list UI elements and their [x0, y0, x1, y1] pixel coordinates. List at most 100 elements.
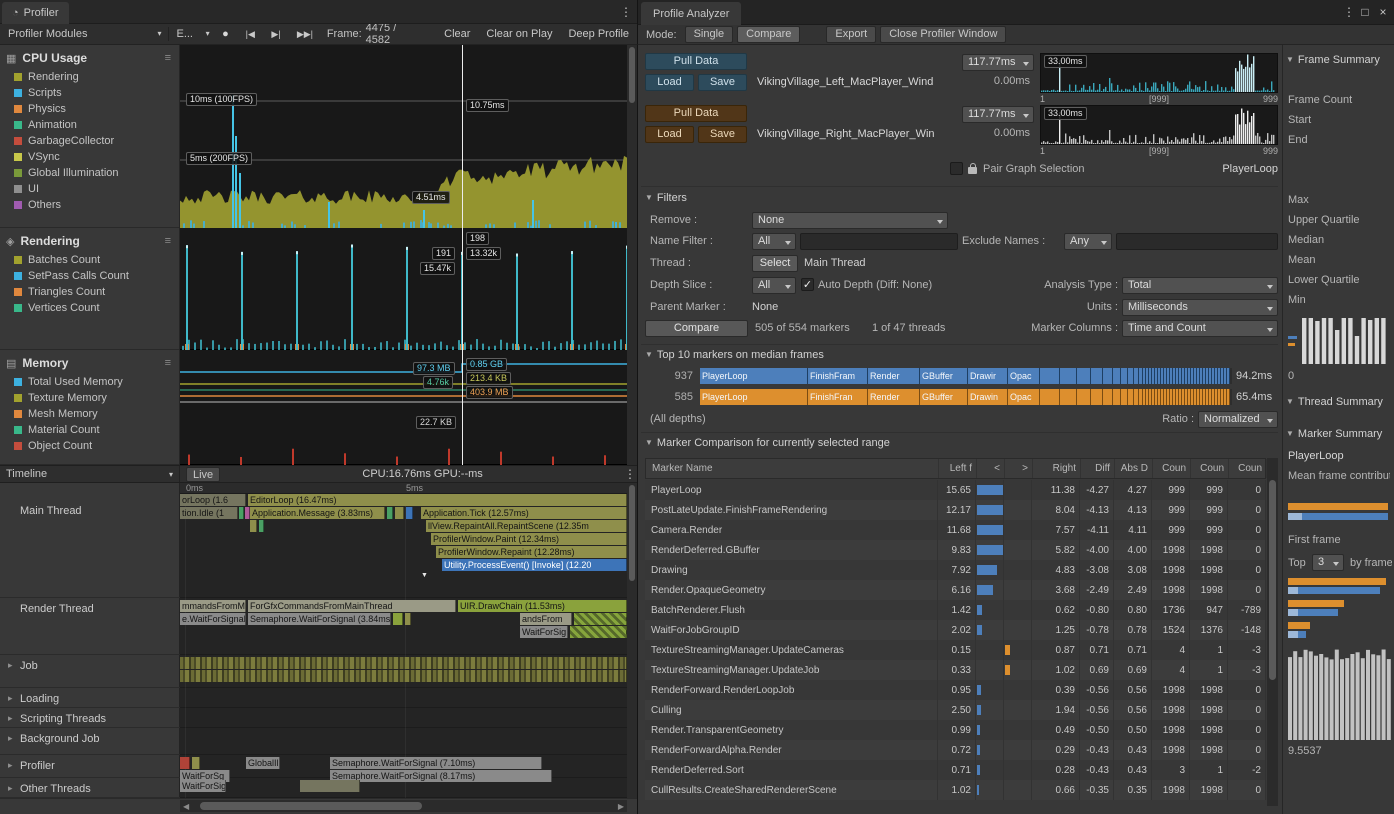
ratio-dropdown[interactable]: Normalized — [1198, 411, 1278, 428]
legend-item-ui[interactable]: UI — [0, 181, 179, 197]
frame-summary-foldout[interactable]: ▼Frame Summary — [1286, 54, 1392, 66]
marker-row-waitforjobgroupid[interactable]: WaitForJobGroupID2.021.25-0.780.78152413… — [645, 620, 1266, 640]
timeline-sample[interactable] — [180, 657, 627, 669]
track-label-other-threads[interactable]: ▸Other Threads — [0, 778, 180, 798]
timeline-sample-mmandsfrommai[interactable]: mmandsFromMai — [180, 600, 246, 612]
profiler-window-menu-icon[interactable]: ⋮ — [619, 5, 633, 19]
timeline-sample-orloop-1-6[interactable]: orLoop (1.6 — [180, 494, 246, 506]
frame-summary-histogram[interactable] — [1288, 316, 1390, 366]
pair-graph-checkbox[interactable] — [950, 162, 963, 175]
timeline-canvas[interactable]: 0ms5msorLoop (1.6EditorLoop (16.47ms)tio… — [180, 483, 627, 798]
top10-segment[interactable] — [1113, 368, 1121, 384]
marker-columns-dropdown[interactable]: Time and Count — [1122, 320, 1278, 337]
top10-segment-playerloop[interactable]: PlayerLoop — [700, 368, 808, 384]
marker-row-render-transparentgeometry[interactable]: Render.TransparentGeometry0.990.49-0.500… — [645, 720, 1266, 740]
export-button[interactable]: Export — [826, 26, 876, 43]
timeline-menu-icon[interactable]: ⋮ — [623, 467, 637, 481]
top10-segment-drawir[interactable]: Drawir — [968, 368, 1008, 384]
legend-item-vsync[interactable]: VSync — [0, 149, 179, 165]
track-label-render-thread[interactable]: Render Thread — [0, 598, 180, 655]
mode-compare-button[interactable]: Compare — [737, 26, 800, 43]
marker-summary-histogram[interactable] — [1288, 648, 1392, 742]
timeline-sample-application-tick-12-57ms-[interactable]: Application.Tick (12.57ms) — [421, 507, 627, 519]
timeline-sample-waitforsig[interactable]: WaitForSig — [520, 626, 568, 638]
timeline-vscrollbar-thumb[interactable] — [629, 485, 635, 581]
clear-on-play-button[interactable]: Clear on Play — [478, 25, 560, 44]
legend-item-garbagecollector[interactable]: GarbageCollector — [0, 133, 179, 149]
top10-segment[interactable] — [1091, 389, 1103, 405]
column-header--[interactable]: > — [1005, 459, 1033, 478]
timeline-sample[interactable] — [180, 670, 627, 682]
track-label-job[interactable]: ▸Job — [0, 655, 180, 688]
top10-segment-opac[interactable]: Opac — [1008, 368, 1040, 384]
profiler-tab[interactable]: ◔ Profiler — [2, 2, 69, 24]
timeline-sample[interactable] — [393, 613, 403, 625]
top10-segment-gbuffer[interactable]: GBuffer — [920, 389, 968, 405]
marker-row-culling[interactable]: Culling2.501.94-0.560.56199819980 — [645, 700, 1266, 720]
marker-summary-foldout[interactable]: ▼Marker Summary — [1286, 428, 1392, 440]
timeline-sample-profilerwindow-repaint-12-28ms-[interactable]: ProfilerWindow.Repaint (12.28ms) — [436, 546, 627, 558]
depth-slice-dropdown[interactable]: All — [752, 277, 796, 294]
prev-frame-button[interactable]: |◀ — [237, 25, 263, 44]
memory-chart[interactable] — [180, 350, 627, 465]
top10-segment-render[interactable]: Render — [868, 368, 920, 384]
range-max-dropdown-left[interactable]: 117.77ms — [962, 54, 1034, 71]
top10-segment-finishfram[interactable]: FinishFram — [808, 368, 868, 384]
legend-item-rendering[interactable]: Rendering — [0, 69, 179, 85]
top10-segment-render[interactable]: Render — [868, 389, 920, 405]
top10-segment-finishfran[interactable]: FinishFran — [808, 389, 868, 405]
top10-segment[interactable] — [1113, 389, 1121, 405]
timeline-sample[interactable] — [574, 613, 627, 625]
column-header-coun[interactable]: Coun — [1229, 459, 1267, 478]
marker-row-camera-render[interactable]: Camera.Render11.687.57-4.114.119999990 — [645, 520, 1266, 540]
timeline-sample-andsfrom[interactable]: andsFrom — [520, 613, 572, 625]
track-label-loading[interactable]: ▸Loading — [0, 688, 180, 708]
marker-row-drawing[interactable]: Drawing7.924.83-3.083.08199819980 — [645, 560, 1266, 580]
marker-row-renderdeferred-sort[interactable]: RenderDeferred.Sort0.710.28-0.430.4331-2 — [645, 760, 1266, 780]
marker-row-renderdeferred-gbuffer[interactable]: RenderDeferred.GBuffer9.835.82-4.004.001… — [645, 540, 1266, 560]
profiler-modules-dropdown[interactable]: Profiler Modules ▾ — [0, 25, 168, 44]
timeline-sample-forgfxcommandsfrommainthread[interactable]: ForGfxCommandsFromMainThread — [248, 600, 456, 612]
drag-handle-icon[interactable]: ≡ — [165, 52, 171, 64]
top10-segment[interactable] — [1103, 368, 1113, 384]
timeline-sample[interactable] — [570, 626, 627, 638]
column-header-abs-d[interactable]: Abs D — [1115, 459, 1153, 478]
next-frame-button[interactable]: ▶| — [263, 25, 289, 44]
track-label-profiler[interactable]: ▸Profiler — [0, 755, 180, 778]
timeline-sample-waitforsig[interactable]: WaitForSig — [180, 780, 226, 792]
foldout-arrow-icon[interactable]: ▸ — [8, 783, 13, 794]
timeline-hscrollbar-thumb[interactable] — [200, 802, 422, 810]
foldout-arrow-icon[interactable]: ▸ — [8, 733, 13, 744]
legend-item-total-used-memory[interactable]: Total Used Memory — [0, 374, 179, 390]
scroll-right-icon[interactable]: ▶ — [618, 802, 624, 811]
chart-scrollbar[interactable] — [627, 45, 637, 465]
timeline-sample-semaphore-waitforsignal-8-17ms-[interactable]: Semaphore.WaitForSignal (8.17ms) — [330, 770, 552, 782]
timeline-sample-application-message-3-83ms-[interactable]: Application.Message (3.83ms) — [250, 507, 385, 519]
save-button-right[interactable]: Save — [698, 126, 747, 143]
scroll-left-icon[interactable]: ◀ — [183, 802, 189, 811]
top10-segment[interactable] — [1103, 389, 1113, 405]
pull-data-button-left[interactable]: Pull Data — [645, 53, 747, 70]
foldout-arrow-icon[interactable]: ▸ — [8, 693, 13, 704]
legend-item-vertices-count[interactable]: Vertices Count — [0, 300, 179, 316]
timeline-sample[interactable] — [395, 507, 404, 519]
top10-segment-drawin[interactable]: Drawin — [968, 389, 1008, 405]
legend-item-setpass-calls-count[interactable]: SetPass Calls Count — [0, 268, 179, 284]
top10-segment[interactable] — [1227, 368, 1230, 384]
track-label-background-job[interactable]: ▸Background Job — [0, 728, 180, 755]
deep-profile-button[interactable]: Deep Profile — [560, 25, 637, 44]
timeline-sample-e-waitforsignal[interactable]: e.WaitForSignal — [180, 613, 246, 625]
rendering-chart[interactable] — [180, 228, 627, 350]
legend-item-material-count[interactable]: Material Count — [0, 422, 179, 438]
marker-row-playerloop[interactable]: PlayerLoop15.6511.38-4.274.279999990 — [645, 480, 1266, 500]
legend-item-object-count[interactable]: Object Count — [0, 438, 179, 454]
maximize-icon[interactable]: □ — [1358, 5, 1372, 19]
column-header-right[interactable]: Right — [1033, 459, 1081, 478]
remove-dropdown[interactable]: None — [752, 212, 948, 229]
units-dropdown[interactable]: Milliseconds — [1122, 299, 1278, 316]
legend-item-others[interactable]: Others — [0, 197, 179, 213]
target-dropdown[interactable]: E... ▾ — [168, 25, 213, 44]
top10-bar-row-2[interactable]: PlayerLoopFinishFranRenderGBufferDrawinO… — [700, 389, 1232, 405]
column-header-marker-name[interactable]: Marker Name — [646, 459, 939, 478]
module-header-memory[interactable]: ▤Memory≡ — [0, 350, 179, 374]
